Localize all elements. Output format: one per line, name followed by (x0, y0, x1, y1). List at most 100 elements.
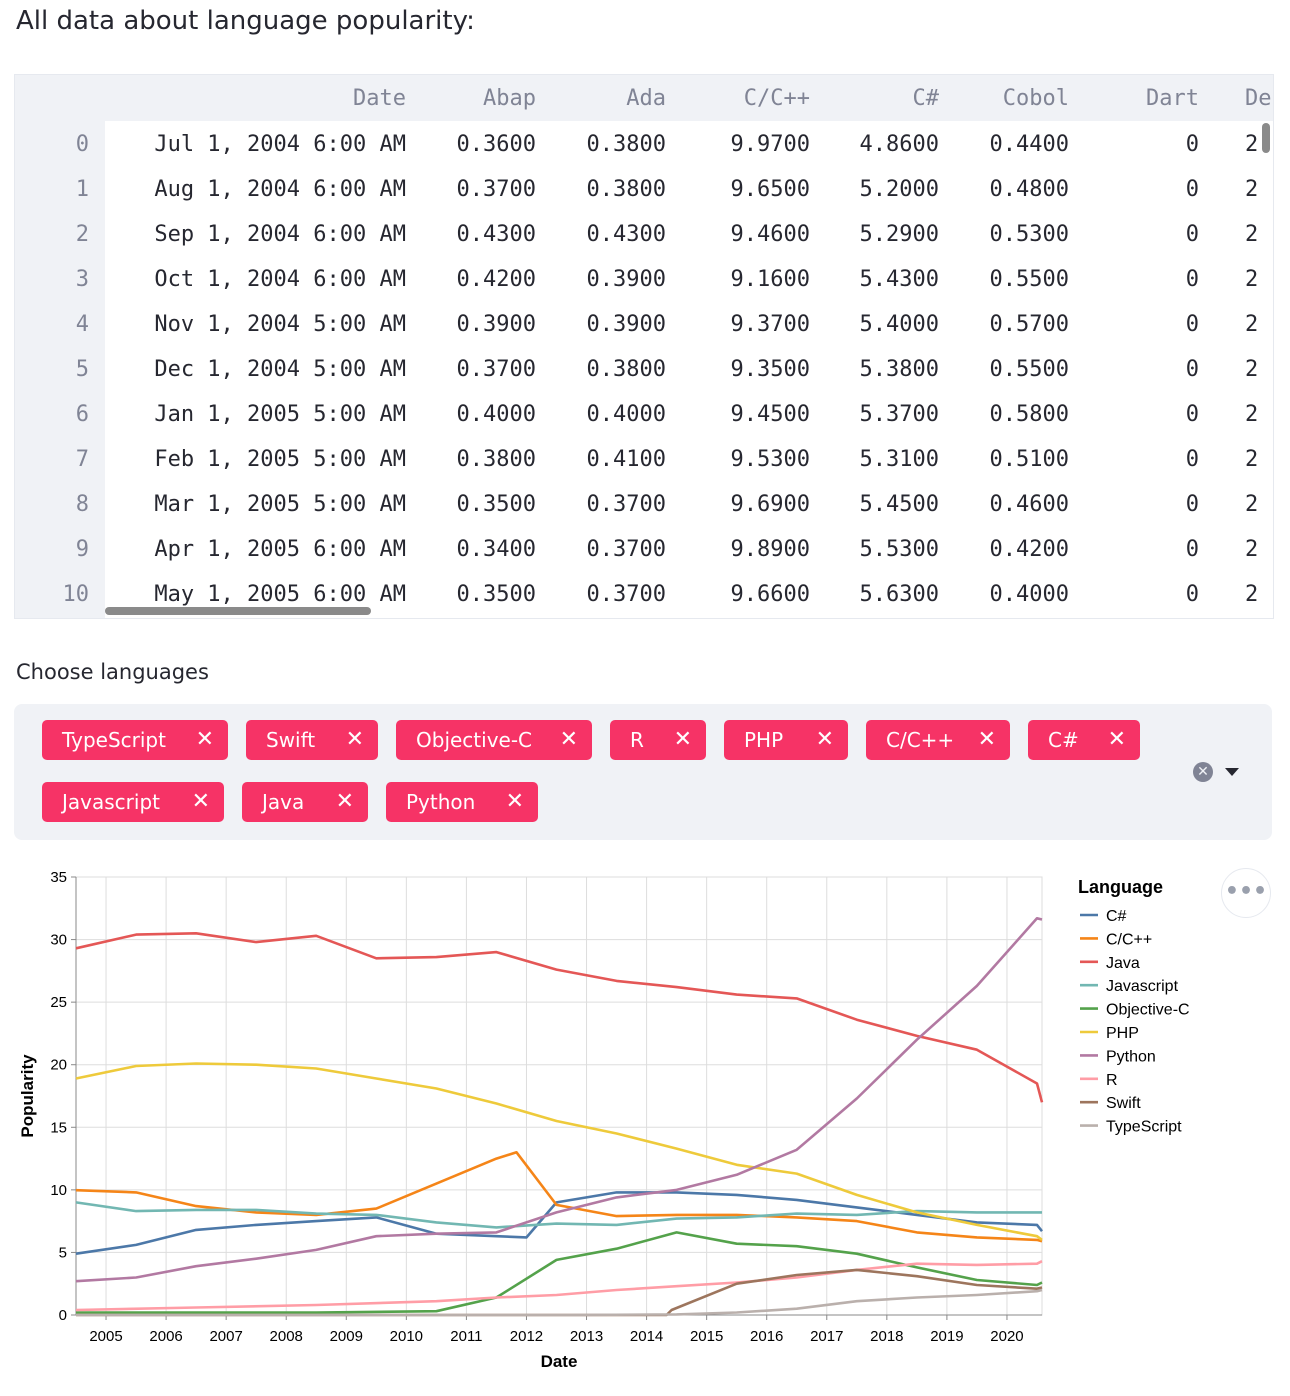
table-cell[interactable]: 0 (1119, 582, 1199, 607)
table-cell[interactable]: 0.3700 (426, 357, 536, 382)
selected-language-tag[interactable]: Javascript ✕ (42, 782, 224, 822)
selected-language-tag[interactable]: Python ✕ (386, 782, 538, 822)
table-cell[interactable]: 0.3900 (556, 267, 666, 292)
column-header[interactable]: Dart (1119, 86, 1199, 111)
remove-tag-icon[interactable]: ✕ (560, 729, 578, 751)
table-cell[interactable]: 9.6600 (680, 582, 810, 607)
table-cell[interactable]: 0.4100 (556, 447, 666, 472)
table-cell[interactable]: Feb 1, 2005 5:00 AM (136, 447, 406, 472)
table-cell[interactable]: 5.4500 (829, 492, 939, 517)
table-cell[interactable]: 0 (1119, 357, 1199, 382)
vertical-scrollbar[interactable] (1262, 123, 1270, 153)
selected-language-tag[interactable]: C# ✕ (1028, 720, 1140, 760)
table-cell[interactable]: 2 (1245, 267, 1258, 292)
selected-language-tag[interactable]: TypeScript ✕ (42, 720, 228, 760)
table-cell[interactable]: 0 (1119, 267, 1199, 292)
table-cell[interactable]: 5.2000 (829, 177, 939, 202)
remove-tag-icon[interactable]: ✕ (336, 791, 354, 813)
table-cell[interactable]: 0.4200 (426, 267, 536, 292)
table-cell[interactable]: 5.4300 (829, 267, 939, 292)
table-cell[interactable]: 5.6300 (829, 582, 939, 607)
table-cell[interactable]: 0.3500 (426, 492, 536, 517)
table-cell[interactable]: 0.4600 (959, 492, 1069, 517)
table-cell[interactable]: 9.8900 (680, 537, 810, 562)
remove-tag-icon[interactable]: ✕ (816, 729, 834, 751)
table-cell[interactable]: 0.4000 (959, 582, 1069, 607)
table-cell[interactable]: 0.5100 (959, 447, 1069, 472)
remove-tag-icon[interactable]: ✕ (978, 729, 996, 751)
table-cell[interactable]: 0.3600 (426, 132, 536, 157)
table-cell[interactable]: 0 (1119, 312, 1199, 337)
table-cell[interactable]: 0.3800 (556, 132, 666, 157)
table-cell[interactable]: 9.6900 (680, 492, 810, 517)
table-cell[interactable]: 2 (1245, 357, 1258, 382)
table-cell[interactable]: 0.3800 (556, 357, 666, 382)
table-cell[interactable]: 2 (1245, 492, 1258, 517)
table-cell[interactable]: 0.3400 (426, 537, 536, 562)
table-cell[interactable]: 0.3800 (556, 177, 666, 202)
table-cell[interactable]: 9.3500 (680, 357, 810, 382)
table-cell[interactable]: Mar 1, 2005 5:00 AM (136, 492, 406, 517)
selected-language-tag[interactable]: Java ✕ (242, 782, 368, 822)
table-cell[interactable]: 0.4400 (959, 132, 1069, 157)
table-cell[interactable]: 2 (1245, 402, 1258, 427)
table-cell[interactable]: 9.1600 (680, 267, 810, 292)
table-cell[interactable]: 2 (1245, 537, 1258, 562)
table-cell[interactable]: 2 (1245, 312, 1258, 337)
horizontal-scrollbar[interactable] (105, 607, 371, 615)
column-header[interactable]: Date (136, 86, 406, 111)
table-cell[interactable]: 5.2900 (829, 222, 939, 247)
table-cell[interactable]: 5.3700 (829, 402, 939, 427)
table-cell[interactable]: 0 (1119, 537, 1199, 562)
table-cell[interactable]: 0.5800 (959, 402, 1069, 427)
table-cell[interactable]: Oct 1, 2004 6:00 AM (136, 267, 406, 292)
table-cell[interactable]: 0.4200 (959, 537, 1069, 562)
table-cell[interactable]: Jul 1, 2004 6:00 AM (136, 132, 406, 157)
table-cell[interactable]: 0.3900 (426, 312, 536, 337)
table-cell[interactable]: 9.6500 (680, 177, 810, 202)
table-cell[interactable]: Sep 1, 2004 6:00 AM (136, 222, 406, 247)
table-cell[interactable]: Nov 1, 2004 5:00 AM (136, 312, 406, 337)
table-cell[interactable]: 0.3900 (556, 312, 666, 337)
table-cell[interactable]: 0 (1119, 222, 1199, 247)
table-cell[interactable]: 0.4300 (556, 222, 666, 247)
table-cell[interactable]: 0 (1119, 132, 1199, 157)
table-cell[interactable]: 0.3800 (426, 447, 536, 472)
table-cell[interactable]: 0.3700 (556, 582, 666, 607)
remove-tag-icon[interactable]: ✕ (346, 729, 364, 751)
table-cell[interactable]: 0.3700 (556, 492, 666, 517)
table-cell[interactable]: 0.4000 (556, 402, 666, 427)
table-cell[interactable]: 0.4800 (959, 177, 1069, 202)
table-cell[interactable]: 4.8600 (829, 132, 939, 157)
table-cell[interactable]: 0.5700 (959, 312, 1069, 337)
table-cell[interactable]: 0 (1119, 492, 1199, 517)
column-header[interactable]: Cobol (959, 86, 1069, 111)
table-cell[interactable]: 9.4600 (680, 222, 810, 247)
column-header[interactable]: De (1245, 86, 1272, 111)
selected-language-tag[interactable]: Swift ✕ (246, 720, 378, 760)
selected-language-tag[interactable]: PHP ✕ (724, 720, 848, 760)
table-cell[interactable]: 0.5500 (959, 267, 1069, 292)
table-cell[interactable]: 2 (1245, 447, 1258, 472)
clear-all-icon[interactable]: ✕ (1193, 762, 1213, 782)
selected-language-tag[interactable]: R ✕ (610, 720, 706, 760)
table-cell[interactable]: 0.3700 (426, 177, 536, 202)
remove-tag-icon[interactable]: ✕ (674, 729, 692, 751)
table-cell[interactable]: 5.5300 (829, 537, 939, 562)
table-cell[interactable]: 0.4000 (426, 402, 536, 427)
table-cell[interactable]: 2 (1245, 222, 1258, 247)
table-cell[interactable]: 2 (1245, 177, 1258, 202)
table-cell[interactable]: 2 (1245, 582, 1258, 607)
remove-tag-icon[interactable]: ✕ (196, 729, 214, 751)
selected-language-tag[interactable]: Objective-C ✕ (396, 720, 592, 760)
table-cell[interactable]: Jan 1, 2005 5:00 AM (136, 402, 406, 427)
table-cell[interactable]: 2 (1245, 132, 1258, 157)
table-cell[interactable]: 0.4300 (426, 222, 536, 247)
chart-menu-button[interactable]: ••• (1221, 868, 1271, 918)
table-cell[interactable]: 0.5500 (959, 357, 1069, 382)
table-cell[interactable]: 0 (1119, 447, 1199, 472)
remove-tag-icon[interactable]: ✕ (192, 791, 210, 813)
table-cell[interactable]: Aug 1, 2004 6:00 AM (136, 177, 406, 202)
table-cell[interactable]: 9.3700 (680, 312, 810, 337)
remove-tag-icon[interactable]: ✕ (506, 791, 524, 813)
